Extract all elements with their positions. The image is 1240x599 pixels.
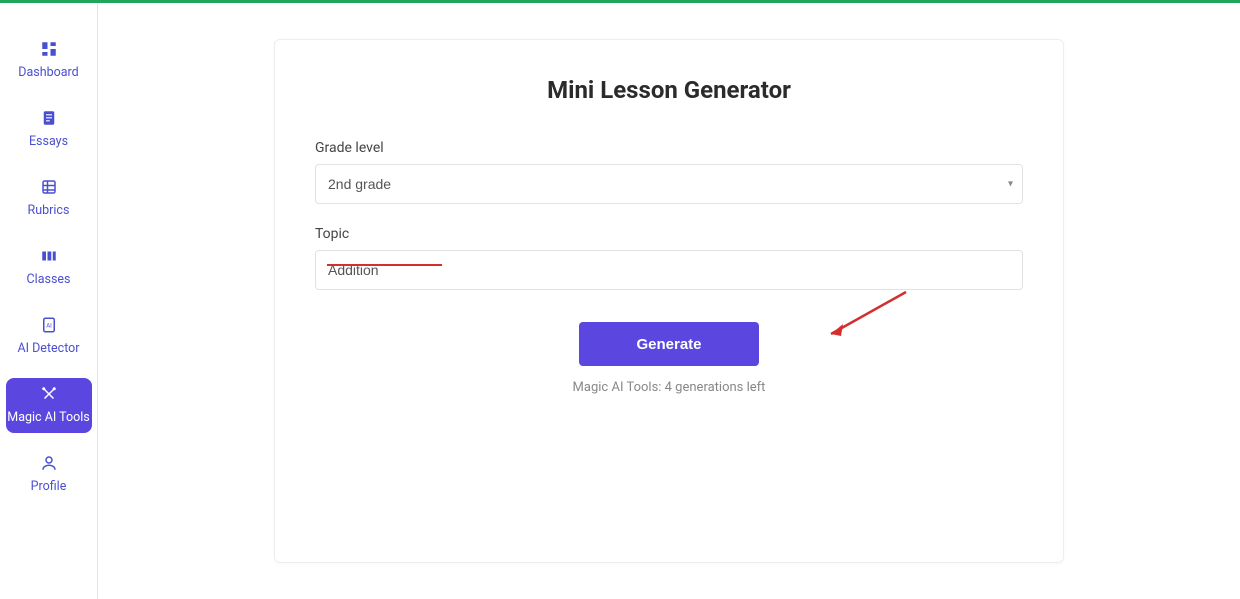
sidebar-item-ai-detector[interactable]: AI AI Detector: [6, 309, 92, 364]
rubrics-icon: [39, 177, 59, 197]
magic-tools-icon: [39, 384, 59, 404]
sidebar: Dashboard Essays Rubrics Classes AI AI D…: [0, 3, 98, 599]
sidebar-item-label: AI Detector: [17, 341, 79, 356]
annotation-underline: [327, 264, 442, 266]
sidebar-item-label: Profile: [31, 479, 67, 494]
sidebar-item-label: Dashboard: [18, 65, 78, 80]
sidebar-item-label: Essays: [29, 134, 68, 149]
classes-icon: [39, 246, 59, 266]
sidebar-item-magic-ai-tools[interactable]: Magic AI Tools: [6, 378, 92, 433]
sidebar-item-label: Rubrics: [28, 203, 70, 218]
essays-icon: [39, 108, 59, 128]
grade-level-label: Grade level: [315, 140, 1023, 156]
sidebar-item-classes[interactable]: Classes: [6, 240, 92, 295]
svg-text:AI: AI: [46, 322, 52, 329]
sidebar-item-rubrics[interactable]: Rubrics: [6, 171, 92, 226]
topic-input[interactable]: [315, 250, 1023, 290]
sidebar-item-essays[interactable]: Essays: [6, 102, 92, 157]
ai-detector-icon: AI: [39, 315, 59, 335]
generations-left-status: Magic AI Tools: 4 generations left: [573, 380, 766, 395]
sidebar-item-label: Magic AI Tools: [7, 410, 89, 425]
annotation-arrow: [821, 288, 911, 344]
page-title: Mini Lesson Generator: [315, 76, 1023, 104]
sidebar-item-dashboard[interactable]: Dashboard: [6, 33, 92, 88]
profile-icon: [39, 453, 59, 473]
sidebar-item-profile[interactable]: Profile: [6, 447, 92, 502]
generate-button[interactable]: Generate: [579, 322, 759, 366]
lesson-generator-card: Mini Lesson Generator Grade level 2nd gr…: [274, 39, 1064, 563]
grade-level-select[interactable]: 2nd grade: [315, 164, 1023, 204]
main-content: Mini Lesson Generator Grade level 2nd gr…: [98, 3, 1240, 599]
dashboard-icon: [39, 39, 59, 59]
sidebar-item-label: Classes: [27, 272, 71, 287]
topic-label: Topic: [315, 226, 1023, 242]
